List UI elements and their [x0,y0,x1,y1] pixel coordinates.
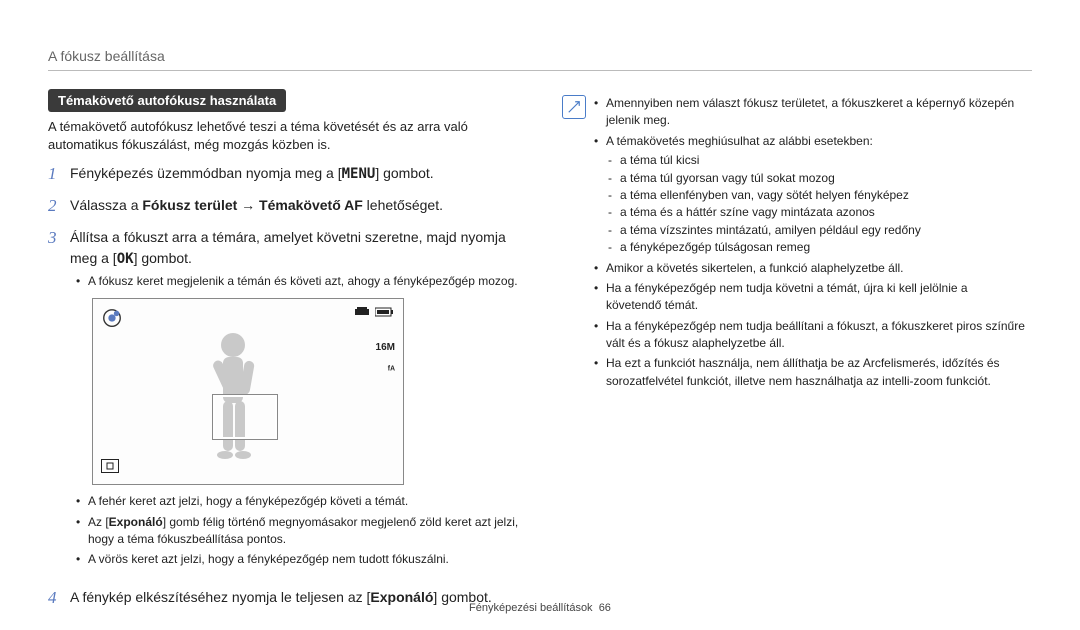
key-label: MENU [342,164,376,184]
dash-item: a téma túl kicsi [620,152,1026,169]
steps-list: 1Fényképezés üzemmódban nyomja meg a [ME… [48,163,524,609]
note-item: A témakövetés meghiúsulhat az alábbi ese… [606,133,1026,257]
dash-item: a téma túl gyorsan vagy túl sokat mozog [620,170,1026,187]
note-item: Amennyiben nem választ fókusz területet,… [606,95,1026,130]
step-text: Állítsa a fókuszt arra a témára, amelyet… [70,227,524,269]
bullet-item: A vörös keret azt jelzi, hogy a fényképe… [88,551,524,568]
left-column: Témakövető autofókusz használata A témak… [48,89,524,619]
note-item: Ha a fényképezőgép nem tudja beállítani … [606,318,1026,353]
section-title: Témakövető autofókusz használata [48,89,286,112]
note-item: Ha a fényképezőgép nem tudja követni a t… [606,280,1026,315]
step: 2Válassza a Fókusz terület → Témakövető … [48,195,524,217]
step: 1Fényképezés üzemmódban nyomja meg a [ME… [48,163,524,185]
note-item: Amikor a követés sikertelen, a funkció a… [606,260,1026,277]
step-number: 1 [48,163,70,185]
step-number: 2 [48,195,70,217]
header-rule [48,70,1032,71]
note-list: Amennyiben nem választ fókusz területet,… [594,95,1026,393]
bullet-item: Az [Exponáló] gomb félig történő megnyom… [88,514,524,549]
focus-frame [213,395,277,439]
key-label: OK [117,249,134,269]
flash-label: ᶠᴬ [376,362,395,379]
dash-item: a téma vízszintes mintázatú, amilyen pél… [620,222,1026,239]
intro-paragraph: A témakövető autofókusz lehetővé teszi a… [48,118,524,153]
af-area-icon [101,459,119,476]
note-icon [562,95,586,119]
dash-item: a téma ellenfényben van, vagy sötét hely… [620,187,1026,204]
step-text: Fényképezés üzemmódban nyomja meg a [MEN… [70,163,524,184]
note-dash-list: a téma túl kicsia téma túl gyorsan vagy … [606,152,1026,256]
right-overlays: 16M ᶠᴬ [376,339,395,385]
step: 3Állítsa a fókuszt arra a témára, amelye… [48,227,524,577]
dash-item: a téma és a háttér színe vagy mintázata … [620,204,1026,221]
note-box: Amennyiben nem választ fókusz területet,… [556,89,1032,409]
footer-section: Fényképezési beállítások [469,602,593,614]
camera-preview: 16M ᶠᴬ [92,298,404,485]
bullet-item: A fókusz keret megjelenik a témán és köv… [88,273,524,290]
status-tray [355,307,395,320]
resolution-label: 16M [376,339,395,356]
right-column: Amennyiben nem választ fókusz területet,… [556,89,1032,619]
step-after-bullets: A fehér keret azt jelzi, hogy a fényképe… [70,493,524,569]
page-header: A fókusz beállítása [48,48,1032,64]
bullet-item: A fehér keret azt jelzi, hogy a fényképe… [88,493,524,510]
footer-page: 66 [599,602,611,614]
step-number: 3 [48,227,70,249]
mode-icon [101,307,123,332]
bold-text: Fókusz terület → Témakövető AF [142,197,362,213]
step-sub-bullets: A fókusz keret megjelenik a témán és köv… [70,273,524,290]
page-footer: Fényképezési beállítások 66 [0,602,1080,614]
step-text: Válassza a Fókusz terület → Témakövető A… [70,195,524,215]
dash-item: a fényképezőgép túlságosan remeg [620,239,1026,256]
note-item: Ha ezt a funkciót használja, nem állítha… [606,355,1026,390]
